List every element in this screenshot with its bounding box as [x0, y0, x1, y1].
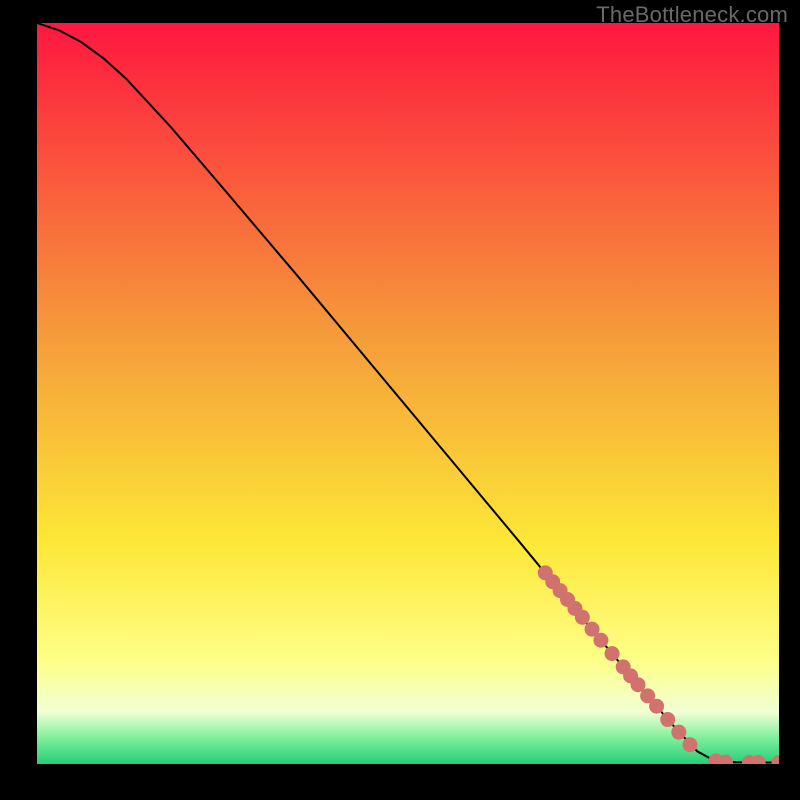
- data-marker: [575, 610, 590, 625]
- data-marker: [605, 646, 620, 661]
- data-marker: [649, 699, 664, 714]
- chart-svg: [37, 23, 779, 764]
- data-marker: [671, 725, 686, 740]
- data-marker: [593, 633, 608, 648]
- chart-stage: TheBottleneck.com: [0, 0, 800, 800]
- data-marker: [682, 737, 697, 752]
- plot-area: [37, 23, 779, 764]
- data-marker: [660, 712, 675, 727]
- gradient-background: [37, 23, 779, 764]
